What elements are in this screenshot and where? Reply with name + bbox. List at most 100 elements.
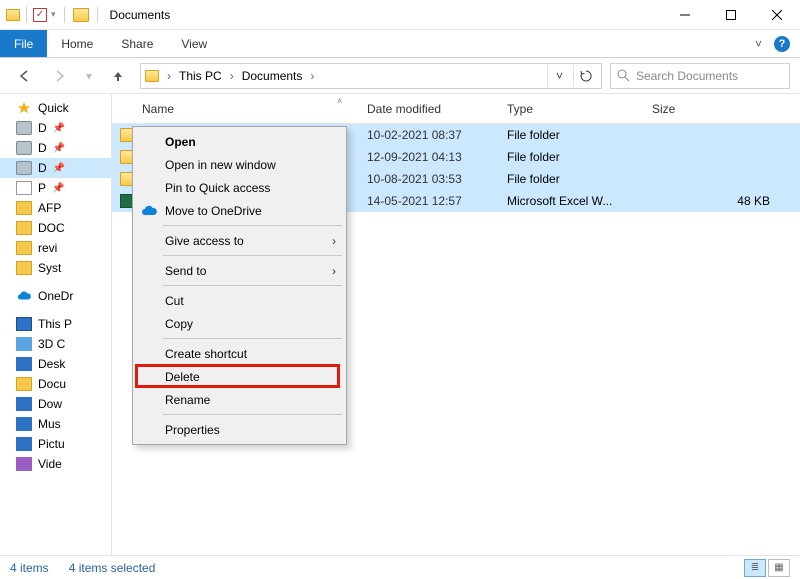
refresh-button[interactable] [573,65,597,87]
tree-label: Quick [38,101,69,115]
cm-separator [163,255,342,256]
tree-item[interactable]: Mus [0,414,111,434]
view-switcher: ≣ ▦ [744,559,790,577]
crumb-chevron-icon[interactable]: › [228,69,236,83]
pictures-icon [16,437,32,451]
cm-cut[interactable]: Cut [135,289,344,312]
cm-pin[interactable]: Pin to Quick access [135,176,344,199]
tree-item[interactable]: D📌 [0,138,111,158]
tree-item[interactable]: AFP [0,198,111,218]
tree-label: Mus [38,417,61,431]
tree-label: Docu [38,377,66,391]
tree-label: This P [38,317,72,331]
tree-item-selected[interactable]: D📌 [0,158,111,178]
cm-onedrive[interactable]: Move to OneDrive [135,199,344,222]
minimize-button[interactable] [662,0,708,30]
tree-label: Syst [38,261,61,275]
col-date[interactable]: Date modified [357,102,497,116]
forward-button[interactable] [46,62,74,90]
cm-rename[interactable]: Rename [135,388,344,411]
file-date: 12-09-2021 04:13 [357,150,497,164]
maximize-button[interactable] [708,0,754,30]
search-box[interactable]: Search Documents [610,63,790,89]
tab-home[interactable]: Home [47,30,107,57]
ribbon-caret-icon[interactable]: ˅ [755,37,762,51]
drive-icon [16,121,32,135]
tab-file[interactable]: File [0,30,47,57]
window-controls [662,0,800,30]
cm-give-access[interactable]: Give access to [135,229,344,252]
cm-delete[interactable]: Delete [135,365,344,388]
document-icon [16,181,32,195]
col-size[interactable]: Size [642,102,800,116]
tree-item[interactable]: Vide [0,454,111,474]
cm-open[interactable]: Open [135,130,344,153]
star-icon [16,101,32,115]
status-bar: 4 items 4 items selected ≣ ▦ [0,555,800,579]
folder-icon [16,221,32,235]
cm-create-shortcut[interactable]: Create shortcut [135,342,344,365]
status-selected-count: 4 items selected [69,561,156,575]
cm-separator [163,285,342,286]
view-icons-button[interactable]: ▦ [768,559,790,577]
qat-divider3 [97,7,98,23]
cm-separator [163,338,342,339]
tree-item[interactable]: revi [0,238,111,258]
tree-label: OneDr [38,289,73,303]
col-type[interactable]: Type [497,102,642,116]
close-button[interactable] [754,0,800,30]
checkbox-toggle-icon[interactable]: ✓ [33,8,47,22]
col-name[interactable]: Name [112,102,357,116]
pin-icon: 📌 [53,123,65,134]
address-dropdown[interactable]: ˅ [547,65,571,87]
tree-item[interactable]: P📌 [0,178,111,198]
up-button[interactable] [104,62,132,90]
tree-item[interactable]: Desk [0,354,111,374]
crumb-chevron-icon[interactable]: › [308,69,316,83]
pin-icon: 📌 [53,143,65,154]
cm-copy[interactable]: Copy [135,312,344,335]
qat-divider2 [64,7,65,23]
back-button[interactable] [10,62,38,90]
quick-access-toolbar: ✓ ▾ Documents [0,7,176,23]
tree-label: revi [38,241,57,255]
file-type: File folder [497,150,642,164]
tree-quick-access[interactable]: Quick [0,98,111,118]
view-details-button[interactable]: ≣ [744,559,766,577]
tree-item[interactable]: Dow [0,394,111,414]
tree-item[interactable]: D📌 [0,118,111,138]
desktop-icon [16,357,32,371]
qat-caret-icon[interactable]: ▾ [51,9,56,20]
help-icon[interactable]: ? [774,36,790,52]
tree-label: 3D C [38,337,65,351]
monitor-icon [16,317,32,331]
folder-icon [16,261,32,275]
tree-item[interactable]: Docu [0,374,111,394]
crumb-chevron-icon[interactable]: › [165,69,173,83]
cube-icon [16,337,32,351]
breadcrumb-current[interactable]: Documents [238,67,307,85]
title-bar: ✓ ▾ Documents [0,0,800,30]
cm-separator [163,414,342,415]
file-type: File folder [497,128,642,142]
cm-send-to[interactable]: Send to [135,259,344,282]
file-date: 10-02-2021 08:37 [357,128,497,142]
navigation-tree[interactable]: Quick D📌 D📌 D📌 P📌 AFP DOC revi Syst OneD… [0,94,112,555]
address-bar[interactable]: › This PC › Documents › ˅ [140,63,602,89]
tree-item[interactable]: Pictu [0,434,111,454]
tab-view[interactable]: View [167,30,221,57]
tree-item[interactable]: 3D C [0,334,111,354]
tab-share[interactable]: Share [107,30,167,57]
search-icon [617,69,630,82]
cm-properties[interactable]: Properties [135,418,344,441]
recent-dropdown[interactable]: ▾ [82,62,96,90]
breadcrumb-root[interactable]: This PC [175,67,226,85]
tree-this-pc[interactable]: This P [0,314,111,334]
tree-item[interactable]: DOC [0,218,111,238]
qat-divider [26,7,27,23]
tree-label: Vide [38,457,62,471]
tree-onedrive[interactable]: OneDr [0,286,111,306]
cm-open-new[interactable]: Open in new window [135,153,344,176]
nav-bar: ▾ › This PC › Documents › ˅ Search Docum… [0,58,800,94]
tree-item[interactable]: Syst [0,258,111,278]
